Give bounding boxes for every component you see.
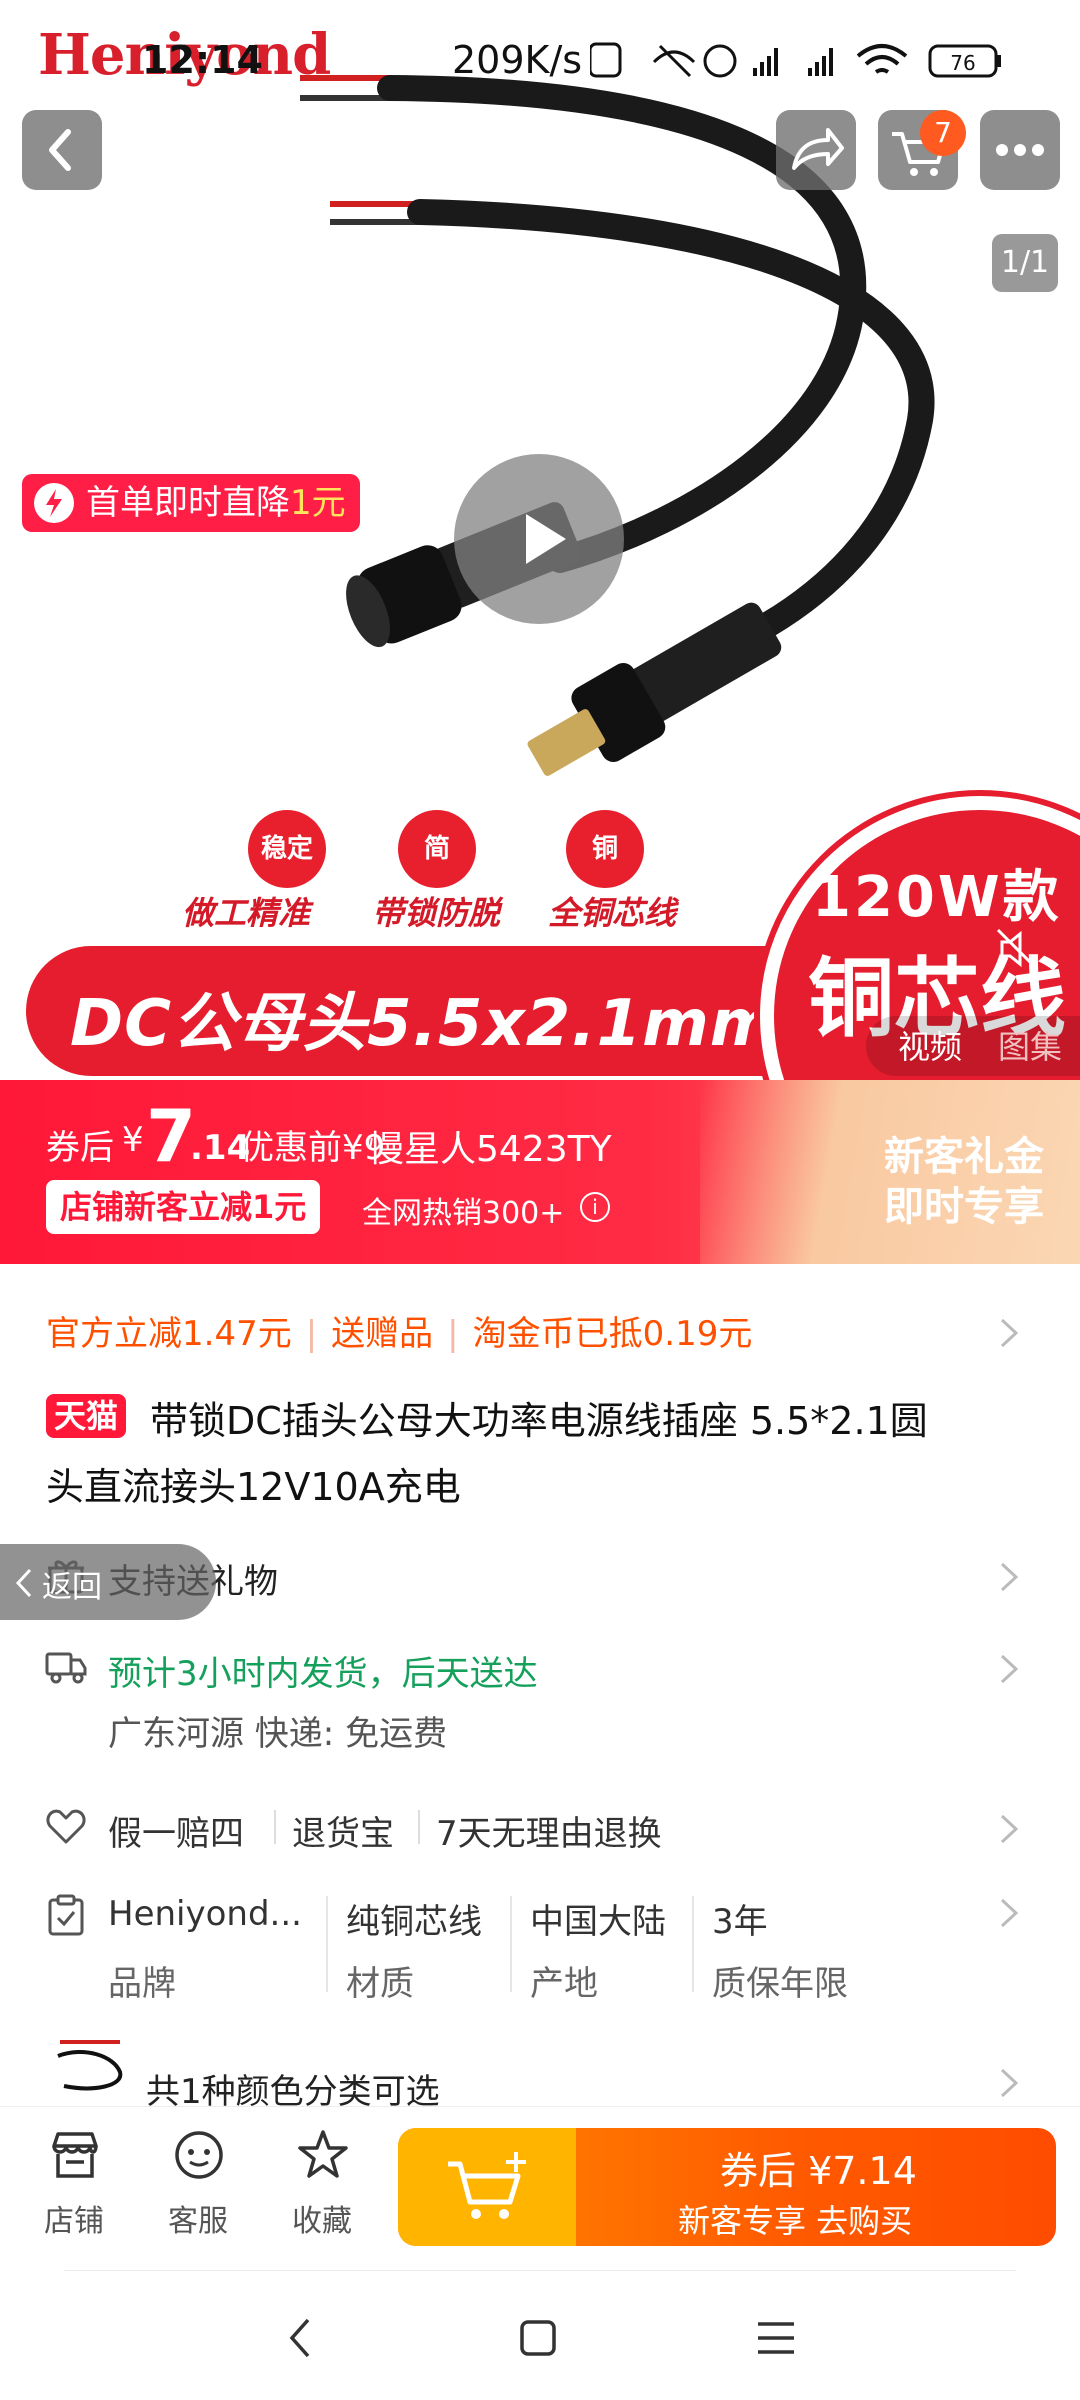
guarantee-divider — [418, 1810, 420, 1844]
badge-label-copper: 全铜芯线 — [548, 894, 677, 932]
star-icon — [298, 2130, 348, 2178]
benefit-separator: | — [305, 1314, 318, 1354]
nav-menu-icon[interactable] — [756, 2318, 796, 2358]
buy-price-label: 券后 ¥7.14 — [720, 2149, 917, 2193]
chevron-right-icon — [1000, 1654, 1019, 1684]
chevron-right-icon — [1000, 1318, 1019, 1348]
original-price: 优惠前¥9 — [240, 1128, 386, 1168]
status-bar: 12:14 209K/s 76 — [0, 0, 1080, 116]
price-currency: ¥ — [122, 1120, 144, 1160]
attribute-divider — [326, 1896, 328, 1992]
buy-action-label: 新客专享 去购买 — [678, 2202, 913, 2240]
gift-money-line2[interactable]: 即时专享 — [884, 1174, 1044, 1232]
shop-icon — [52, 2132, 98, 2178]
status-time: 12:14 — [142, 38, 263, 82]
tab-gallery[interactable]: 图集 — [998, 1022, 1062, 1068]
badge-circle-simple: 简 — [398, 810, 476, 888]
attribute-brand-value: Heniyond... — [108, 1894, 302, 1934]
live-viewer-overlay: 慢星人5423TY — [368, 1129, 612, 1170]
attribute-material-key: 材质 — [346, 1964, 414, 2004]
first-order-promo-tag: 首单即时直降1元 — [22, 474, 360, 532]
chevron-right-icon — [1000, 1898, 1019, 1928]
service-icon — [175, 2131, 223, 2179]
play-icon — [526, 514, 566, 564]
attribute-warranty-value: 3年 — [712, 1902, 768, 1942]
tmall-tag: 天猫 — [46, 1394, 127, 1438]
lightning-icon — [34, 483, 74, 523]
play-video-button[interactable] — [454, 454, 624, 624]
benefit-official-discount: 官方立减1.47元 — [46, 1314, 292, 1354]
image-counter: 1/1 — [992, 234, 1058, 292]
price-banner: 券后 ¥ 7 .14 优惠前¥9 慢星人5423TY 店铺新客立减1元 全网热销… — [0, 1080, 1080, 1264]
promo-tag-highlight: 1元 — [290, 483, 346, 523]
color-variant-thumbnail — [57, 2040, 123, 2091]
nav-back-icon[interactable] — [286, 2316, 316, 2360]
shop-button[interactable]: 店铺 — [24, 2128, 124, 2239]
power-rating-text: 120W款 — [812, 865, 1062, 930]
nav-divider — [64, 2270, 1016, 2271]
chevron-left-icon — [15, 1568, 32, 1598]
product-image-carousel[interactable]: Heniyond 12:14 209K/s 76 7 1/1 首单即时直降1元 … — [0, 0, 1080, 1080]
shipping-origin: 广东河源 快递: 免运费 — [108, 1714, 448, 1754]
service-label: 客服 — [168, 2204, 228, 2239]
attribute-warranty-key: 质保年限 — [712, 1964, 848, 2004]
guarantee-seven-day-return[interactable]: 7天无理由退换 — [436, 1806, 662, 1855]
benefit-gift: 送赠品 — [331, 1314, 434, 1354]
attribute-material-value: 纯铜芯线 — [346, 1902, 482, 1942]
return-label: 返回 — [42, 1570, 102, 1605]
product-title-line2: 头直流接头12V10A充电 — [46, 1465, 461, 1509]
attribute-origin-key: 产地 — [530, 1964, 598, 2004]
badge-label-precision: 做工精准 — [182, 894, 311, 932]
nav-home-icon[interactable] — [518, 2318, 558, 2358]
tab-video[interactable]: 视频 — [898, 1022, 962, 1068]
guarantee-return-insurance[interactable]: 退货宝 — [292, 1806, 394, 1855]
shipping-eta[interactable]: 预计3小时内发货，后天送达 — [108, 1646, 538, 1695]
shop-label: 店铺 — [44, 2204, 104, 2239]
cart-count-badge: 7 — [920, 110, 966, 156]
add-cart-icon — [448, 2152, 526, 2219]
back-button[interactable] — [22, 110, 102, 190]
badge-circle-stable: 稳定 — [248, 810, 326, 888]
price-integer: 7 — [146, 1094, 197, 1178]
share-icon — [792, 128, 844, 170]
status-network-speed: 209K/s — [452, 38, 583, 82]
attribute-origin-value: 中国大陆 — [530, 1902, 666, 1942]
chevron-right-icon — [1000, 2068, 1019, 2098]
chevron-right-icon — [1000, 1814, 1019, 1844]
mute-icon[interactable] — [992, 924, 1042, 974]
spec-band-text: DC公母头5.5x2.1mm — [70, 987, 778, 1061]
badge-circle-copper: 铜 — [566, 810, 644, 888]
more-icon — [996, 144, 1044, 156]
add-to-cart-button[interactable] — [398, 2128, 576, 2246]
sales-count: 全网热销300+ — [362, 1196, 565, 1231]
info-icon[interactable]: i — [580, 1192, 610, 1222]
product-title-line1: 带锁DC插头公母大功率电源线插座 5.5*2.1圆 — [150, 1399, 928, 1443]
clipboard-icon — [48, 1894, 84, 1936]
price-after-coupon-label: 券后 — [46, 1128, 114, 1168]
benefit-coins: 淘金币已抵0.19元 — [472, 1314, 753, 1354]
shop-new-customer-chip: 店铺新客立减1元 — [46, 1180, 321, 1234]
attribute-divider — [510, 1896, 512, 1992]
benefits-row[interactable]: 官方立减1.47元 | 送赠品 | 淘金币已抵0.19元 — [46, 1306, 752, 1355]
customer-service-button[interactable]: 客服 — [148, 2128, 248, 2239]
favorite-label: 收藏 — [292, 2204, 352, 2239]
benefit-separator: | — [447, 1314, 459, 1354]
badge-label-lock: 带锁防脱 — [372, 894, 501, 932]
guarantee-fake-compensation[interactable]: 假一赔四 — [108, 1806, 244, 1855]
chevron-right-icon — [1000, 1562, 1019, 1592]
attribute-brand-key: 品牌 — [108, 1964, 176, 2004]
favorite-button[interactable]: 收藏 — [272, 2128, 372, 2239]
system-navigation-bar — [0, 2276, 1080, 2400]
promo-tag-text: 首单即时直降 — [86, 483, 290, 523]
attribute-divider — [692, 1896, 694, 1992]
battery-level: 76 — [950, 51, 975, 75]
guarantee-divider — [274, 1810, 276, 1844]
truck-icon — [45, 1652, 87, 1684]
share-button[interactable] — [776, 110, 856, 190]
more-button[interactable] — [980, 110, 1060, 190]
status-icons: 76 — [590, 42, 1001, 78]
back-icon — [49, 129, 71, 171]
shield-heart-icon — [46, 1809, 86, 1844]
